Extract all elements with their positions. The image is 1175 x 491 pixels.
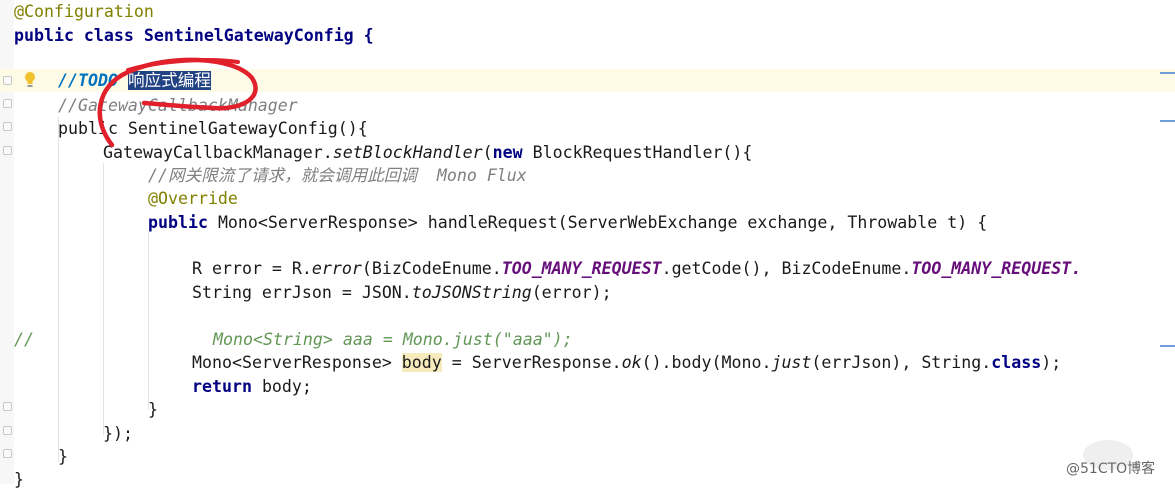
constant: TOO_MANY_REQUEST. (911, 259, 1082, 278)
code-line-constructor: public SentinelGatewayConfig(){ (58, 117, 368, 140)
keyword: class (991, 353, 1042, 372)
code-text: public SentinelGatewayConfig(){ (58, 119, 368, 138)
code-text: ( (482, 143, 493, 162)
watermark: @51CTO博客 (1066, 461, 1156, 477)
code-text: ().body(Mono. (641, 353, 772, 372)
code-line-todo: //TODO 响应式编程 (58, 69, 211, 92)
indent-guide (103, 163, 104, 435)
code-text: = ServerResponse. (441, 353, 622, 372)
scrollbar-marker[interactable] (1160, 72, 1175, 74)
todo-tag: TODO (77, 71, 118, 90)
code-line-commented-out-body: Mono<String> aaa = Mono.just("aaa"); (213, 328, 573, 351)
comment-slashes: // (58, 71, 78, 90)
code-line-close-brace: } (58, 445, 68, 468)
selected-text[interactable]: 响应式编程 (127, 71, 211, 90)
intention-lightbulb-icon[interactable] (24, 71, 36, 89)
code-text: Mono<String> aaa = Mono.just("aaa"); (213, 330, 573, 349)
code-line-handle-request: public Mono<ServerResponse> handleReques… (148, 211, 987, 234)
method-name: ok (621, 353, 642, 372)
code-text: @Configuration (14, 2, 154, 21)
keyword: return (192, 377, 252, 396)
code-text: Mono<ServerResponse> handleRequest(Serve… (207, 213, 988, 232)
code-text: Mono<ServerResponse> (192, 353, 402, 372)
fold-marker[interactable] (3, 146, 12, 155)
code-text: BlockRequestHandler(){ (522, 143, 753, 162)
code-line-comment: //GatewayCallbackManager (58, 94, 298, 117)
fold-marker[interactable] (3, 426, 12, 435)
code-line-return: return body; (192, 375, 312, 398)
variable-highlight[interactable]: body (401, 353, 442, 372)
code-text: (errJson), String. (811, 353, 992, 372)
code-line-annotation: @Configuration (14, 0, 154, 23)
code-line-commented-out: // (14, 328, 34, 351)
code-editor[interactable]: @Configuration public class SentinelGate… (0, 0, 1175, 489)
constant: TOO_MANY_REQUEST (501, 259, 662, 278)
indent-guide (58, 117, 59, 462)
method-name: toJSONString (411, 283, 532, 302)
code-text: GatewayCallbackManager. (103, 143, 333, 162)
code-text: body; (251, 377, 312, 396)
code-line-close-brace: }); (103, 422, 133, 445)
fold-marker[interactable] (3, 122, 12, 131)
scrollbar-marker[interactable] (1160, 120, 1175, 122)
code-text: //网关限流了请求，就会调用此回调 Mono Flux (148, 166, 527, 185)
indent-guide (148, 232, 149, 410)
method-name: error (311, 259, 362, 278)
keyword: new (492, 143, 523, 162)
code-text: .getCode(), BizCodeEnume. (661, 259, 912, 278)
scrollbar-marker[interactable] (1160, 345, 1175, 347)
code-line-override: @Override (148, 187, 238, 210)
code-line-close-brace: } (148, 398, 158, 421)
code-text: } (14, 470, 24, 489)
code-line-error: R error = R.error(BizCodeEnume.TOO_MANY_… (192, 257, 1081, 280)
keyword: public (148, 213, 208, 232)
fold-marker[interactable] (3, 449, 12, 458)
code-line-class-declaration: public class SentinelGatewayConfig { (14, 24, 374, 47)
code-text: }); (103, 424, 133, 443)
code-text: @Override (148, 189, 238, 208)
method-name: setBlockHandler (332, 143, 483, 162)
fold-marker[interactable] (3, 76, 12, 85)
code-line-body: Mono<ServerResponse> body = ServerRespon… (192, 351, 1061, 374)
code-text: } (148, 400, 158, 419)
code-text: (BizCodeEnume. (361, 259, 502, 278)
code-line-set-block-handler: GatewayCallbackManager.setBlockHandler(n… (103, 141, 752, 164)
code-text: } (58, 447, 68, 466)
code-text: String errJson = JSON. (192, 283, 412, 302)
code-line-comment: //网关限流了请求，就会调用此回调 Mono Flux (148, 164, 527, 187)
code-line-err-json: String errJson = JSON.toJSONString(error… (192, 281, 612, 304)
code-line-close-brace: } (14, 468, 24, 491)
method-name: just (771, 353, 812, 372)
fold-marker[interactable] (3, 99, 12, 108)
fold-marker[interactable] (3, 402, 12, 411)
code-text: R error = R. (192, 259, 312, 278)
code-text: ); (1041, 353, 1062, 372)
comment-slashes: // (14, 330, 34, 349)
code-text: //GatewayCallbackManager (58, 96, 298, 115)
code-text: public class SentinelGatewayConfig { (14, 26, 374, 45)
code-text: (error); (531, 283, 612, 302)
